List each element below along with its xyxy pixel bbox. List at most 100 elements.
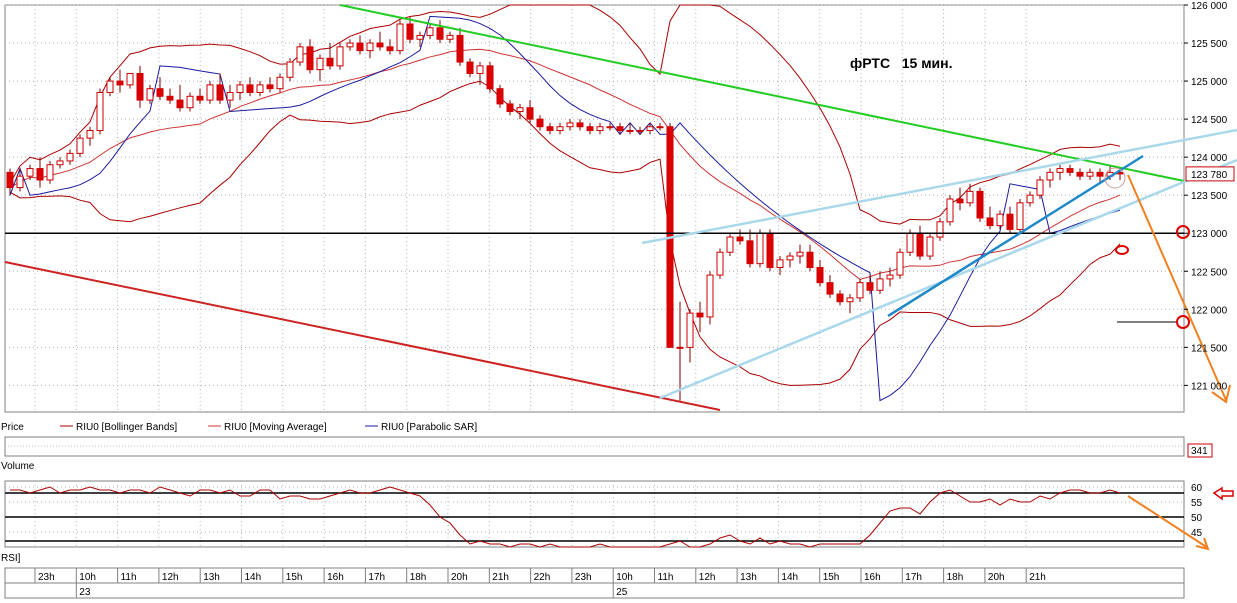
legend-label: RIU0 [Parabolic SAR] [381,422,477,433]
candle-body [246,84,254,93]
candle-body [16,175,24,189]
time-axis-label: 15h [286,572,303,583]
time-axis-label: 16h [864,572,881,583]
time-axis-label: 12h [699,572,716,583]
candle-body [366,42,374,52]
candle-body [156,88,164,97]
candle-body [266,84,274,90]
candle-body [626,130,634,133]
chart-title: фРТС 15 мин. [850,55,953,71]
candle-body [916,232,924,257]
candle-body [656,126,664,129]
candle-body [1086,171,1094,177]
rsi-tick-label: 60 [1191,483,1203,494]
legend-row [0,417,1237,434]
candle-body [566,122,574,128]
candle-body [1096,171,1104,177]
price-tick-label: 122 000 [1191,305,1228,316]
candle-body [446,34,454,40]
candle-body [806,251,814,268]
candle-body [996,213,1004,227]
candle-body [406,23,414,40]
legend-label: RIU0 [Moving Average] [224,422,327,433]
candle-body [946,198,954,223]
candle-body [516,107,524,113]
price-tick-label: 123 500 [1191,191,1228,202]
candle-body [46,164,54,181]
candle-body [326,57,334,67]
candle-body [766,232,774,268]
price-tick-label: 123 000 [1191,229,1228,240]
time-axis-label: 18h [410,572,427,583]
candle-body [1066,168,1074,173]
candle-body [196,95,204,101]
candle-body [316,57,324,71]
candle-body [56,160,64,166]
candle-body [1016,202,1024,230]
candle-body [186,95,194,109]
candle-body [146,88,154,101]
candle-body [896,251,904,276]
candle-body [756,232,764,265]
trading-chart: 126 000 125 500 125 000 124 500 124 000 123 5… [0,1,1237,599]
candle-body [966,190,974,204]
time-axis-label: 18h [947,572,964,583]
time-axis-label: 13h [203,572,220,583]
price-tick-label: 126 000 [1191,1,1228,12]
candle-body [356,42,364,52]
time-axis-label: 12h [162,572,179,583]
candle-body [26,168,34,177]
candle-body [86,130,94,139]
candle-body [846,297,854,303]
candle-body [126,72,134,86]
candle-body [536,118,544,128]
candle-body [796,251,804,257]
candle-body [736,236,744,242]
candle-body [706,274,714,318]
time-axis-label: 10h [79,572,96,583]
time-axis-label: 20h [988,572,1005,583]
time-axis-label: 15h [823,572,840,583]
candle-body [226,91,234,101]
candle-body [1036,179,1044,196]
candle-body [526,107,534,120]
candle-body [576,122,584,128]
candle-body [926,236,934,257]
time-axis-label: 11h [121,572,137,583]
candle-body [166,95,174,101]
candle-body [176,99,184,109]
time-axis-label: 14h [245,572,262,583]
candle-body [66,152,74,162]
candle-body [746,240,754,265]
candle-body [426,27,434,36]
legend-label-price: Price [1,422,24,433]
candle-body [106,80,114,93]
candle-body [836,293,844,303]
candle-body [296,46,304,63]
candle-body [696,312,704,318]
candle-body [286,61,294,78]
candle-body [636,130,644,133]
candle-body [956,198,964,204]
candle-body [1076,171,1084,177]
candle-body [856,282,864,299]
candle-body [826,282,834,295]
candle-body [1006,213,1014,230]
volume-label: Volume [1,461,35,472]
candle-body [306,46,314,71]
candle-body [616,126,624,132]
candle-body [76,137,84,154]
time-axis-label: 16h [327,572,344,583]
time-axis-label: 11h [658,572,674,583]
time-axis-label: 17h [905,572,922,583]
rsi-tick-label: 55 [1191,498,1203,509]
time-axis-label: 20h [451,572,468,583]
candle-body [486,65,494,90]
rsi-panel-frame [4,480,1185,548]
candle-body [496,88,504,105]
time-axis-label: 10h [616,572,633,583]
candle-body [456,34,464,63]
candle-body [466,61,474,74]
candle-body [976,190,984,219]
candle-body [346,42,354,48]
